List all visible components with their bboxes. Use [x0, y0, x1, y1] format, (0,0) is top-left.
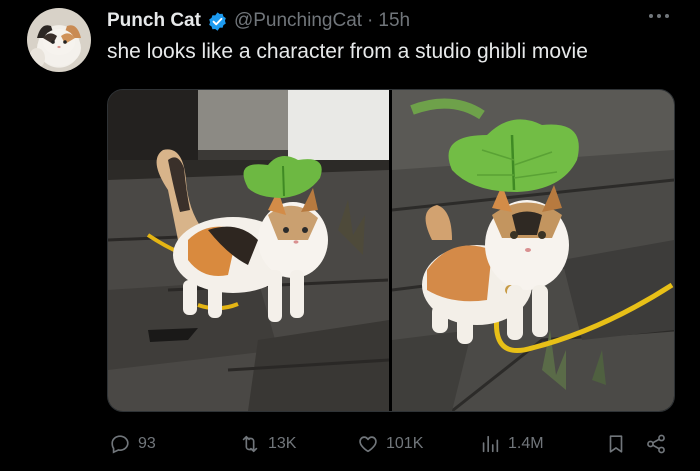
views-count: 1.4M — [508, 435, 544, 452]
more-dots-icon[interactable] — [644, 6, 674, 26]
post-timestamp[interactable]: 15h — [378, 10, 410, 32]
post-text: she looks like a character from a studio… — [107, 40, 588, 63]
media-photo-left[interactable] — [108, 90, 389, 411]
verified-badge-icon — [207, 11, 228, 32]
reply-icon — [111, 435, 129, 454]
bookmark-button[interactable] — [605, 428, 627, 460]
share-button[interactable] — [645, 428, 667, 460]
media-photo-right[interactable] — [392, 90, 674, 411]
share-icon — [647, 434, 665, 454]
author-handle[interactable]: @PunchingCat — [234, 10, 362, 32]
tweet[interactable]: Punch Cat @PunchingCat · 15h she looks l… — [0, 0, 700, 471]
bookmark-icon — [609, 435, 623, 453]
views-bars-icon — [482, 435, 499, 453]
views-button[interactable]: 1.4M — [479, 428, 544, 460]
heart-icon — [359, 436, 377, 453]
avatar[interactable] — [27, 8, 91, 72]
repost-count: 13K — [268, 435, 297, 452]
repost-icon — [242, 435, 258, 453]
separator-dot: · — [367, 10, 374, 31]
post-media[interactable] — [107, 89, 675, 412]
post-header: Punch Cat @PunchingCat · 15h — [107, 9, 410, 33]
reply-button[interactable]: 93 — [109, 428, 156, 460]
reply-count: 93 — [138, 435, 156, 452]
author-name[interactable]: Punch Cat — [107, 10, 201, 32]
like-count: 101K — [386, 435, 424, 452]
action-bar: 93 13K 101K 1.4M — [107, 428, 673, 460]
like-button[interactable]: 101K — [357, 428, 423, 460]
repost-button[interactable]: 13K — [239, 428, 296, 460]
